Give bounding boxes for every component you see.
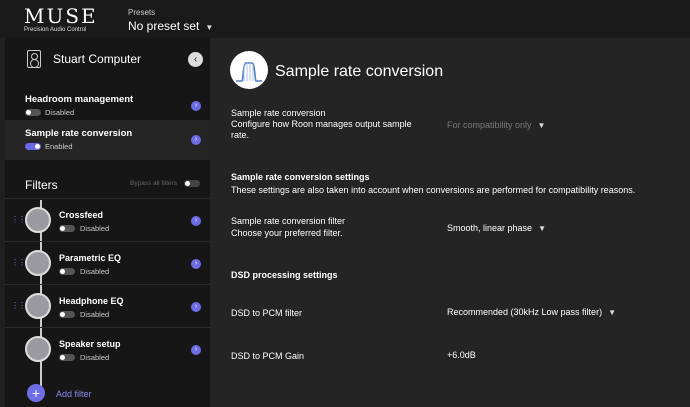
waveform-icon [230, 51, 268, 89]
filter-dropdown[interactable]: Smooth, linear phase ▼ [447, 223, 546, 233]
chevron-right-icon[interactable]: › [191, 101, 201, 111]
src-desc: Configure how Roon manages output sample [231, 119, 412, 129]
settings-desc: These settings are also taken into accou… [231, 185, 636, 195]
top-bar: MUSE Precision Audio Control Presets No … [0, 0, 690, 38]
src-desc-2: rate. [231, 130, 250, 140]
muse-logo: MUSE Precision Audio Control [24, 6, 98, 33]
dsd-filter-value: Recommended (30kHz Low pass filter) [447, 307, 603, 317]
src-toggle[interactable] [25, 143, 41, 150]
page-title: Sample rate conversion [275, 63, 444, 80]
caret-down-icon: ▼ [608, 308, 616, 317]
drag-handle-icon[interactable]: ⋮⋮ [11, 215, 26, 224]
crossfeed-icon [25, 207, 51, 233]
filter-desc: Choose your preferred filter. [231, 228, 343, 238]
presets-label: Presets [128, 8, 156, 17]
filter-toggle[interactable] [59, 268, 75, 275]
bypass-all-label: Bypass all filters [130, 180, 177, 187]
dsd-heading: DSD processing settings [231, 270, 338, 280]
main-panel: Sample rate conversion Sample rate conve… [210, 38, 690, 407]
drag-handle-icon[interactable]: ⋮⋮ [11, 301, 26, 310]
filter-name: Crossfeed [59, 210, 104, 220]
add-filter-button[interactable]: + [27, 384, 45, 402]
filters-heading: Filters [25, 178, 58, 192]
parametric-eq-icon [25, 250, 51, 276]
dsd-gain-label: DSD to PCM Gain [231, 351, 305, 361]
filter-name: Speaker setup [59, 339, 121, 349]
caret-down-icon: ▼ [538, 224, 546, 233]
headroom-toggle[interactable] [25, 109, 41, 116]
filter-item-crossfeed[interactable]: ⋮⋮ Crossfeed Disabled › [5, 198, 210, 241]
status-text: Disabled [80, 224, 110, 233]
status-text: Disabled [80, 267, 110, 276]
status-text: Disabled [80, 310, 110, 319]
chevron-right-icon[interactable]: › [191, 302, 201, 312]
filter-item-headphone-eq[interactable]: ⋮⋮ Headphone EQ Disabled › [5, 284, 210, 327]
chevron-right-icon[interactable]: › [191, 259, 201, 269]
settings-heading: Sample rate conversion settings [231, 172, 370, 182]
bypass-all-toggle[interactable] [184, 180, 200, 187]
presets-dropdown[interactable]: Presets No preset set ▼ [128, 8, 213, 33]
dsd-gain-value[interactable]: +6.0dB [447, 350, 476, 360]
headphone-eq-icon [25, 293, 51, 319]
drag-handle-icon[interactable]: ⋮⋮ [11, 258, 26, 267]
device-name: Stuart Computer [53, 52, 142, 66]
filter-toggle[interactable] [59, 311, 75, 318]
filter-name: Headphone EQ [59, 296, 124, 306]
caret-down-icon: ▼ [537, 121, 546, 130]
brand-name: MUSE [24, 4, 98, 28]
sidebar-item-label: Sample rate conversion [25, 128, 133, 139]
src-label: Sample rate conversion [231, 108, 326, 118]
chevron-right-icon[interactable]: › [191, 135, 201, 145]
sidebar: Stuart Computer ‹ Headroom management Di… [5, 38, 210, 407]
presets-value: No preset set [128, 19, 200, 33]
filter-label: Sample rate conversion filter [231, 216, 346, 226]
dsd-filter-dropdown[interactable]: Recommended (30kHz Low pass filter) ▼ [447, 307, 616, 317]
status-text: Disabled [80, 353, 110, 362]
device-header: Stuart Computer ‹ [5, 46, 210, 76]
chevron-right-icon[interactable]: › [191, 345, 201, 355]
filter-item-speaker-setup[interactable]: Speaker setup Disabled › [5, 327, 210, 370]
sidebar-item-src[interactable]: Sample rate conversion Enabled › [5, 120, 210, 160]
speaker-setup-icon [25, 336, 51, 362]
chevron-right-icon[interactable]: › [191, 216, 201, 226]
status-text: Disabled [45, 108, 75, 117]
filter-item-parametric-eq[interactable]: ⋮⋮ Parametric EQ Disabled › [5, 241, 210, 284]
status-text: Enabled [45, 142, 73, 151]
dsd-filter-label: DSD to PCM filter [231, 308, 303, 318]
filter-value: Smooth, linear phase [447, 223, 533, 233]
add-filter-label[interactable]: Add filter [56, 389, 92, 399]
filter-name: Parametric EQ [59, 253, 122, 263]
sidebar-item-label: Headroom management [25, 94, 134, 105]
src-mode-dropdown[interactable]: For compatibility only ▼ [447, 120, 545, 130]
src-mode-value: For compatibility only [447, 120, 532, 130]
filter-toggle[interactable] [59, 225, 75, 232]
back-button[interactable]: ‹ [188, 52, 203, 67]
caret-down-icon: ▼ [205, 23, 214, 32]
filter-toggle[interactable] [59, 354, 75, 361]
speaker-icon [27, 50, 41, 68]
